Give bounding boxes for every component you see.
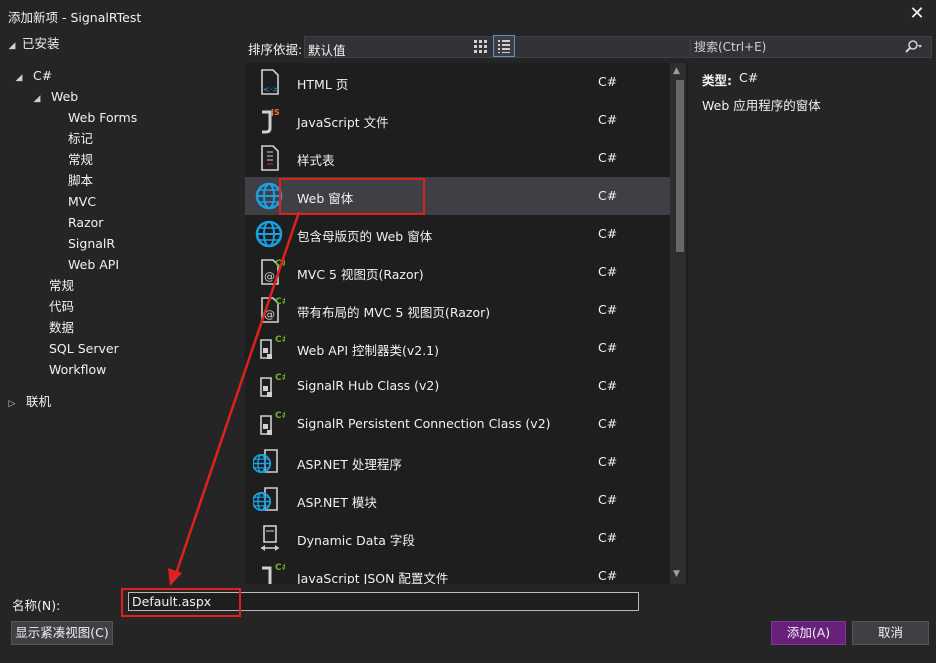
annotation-arrow [168, 211, 301, 586]
